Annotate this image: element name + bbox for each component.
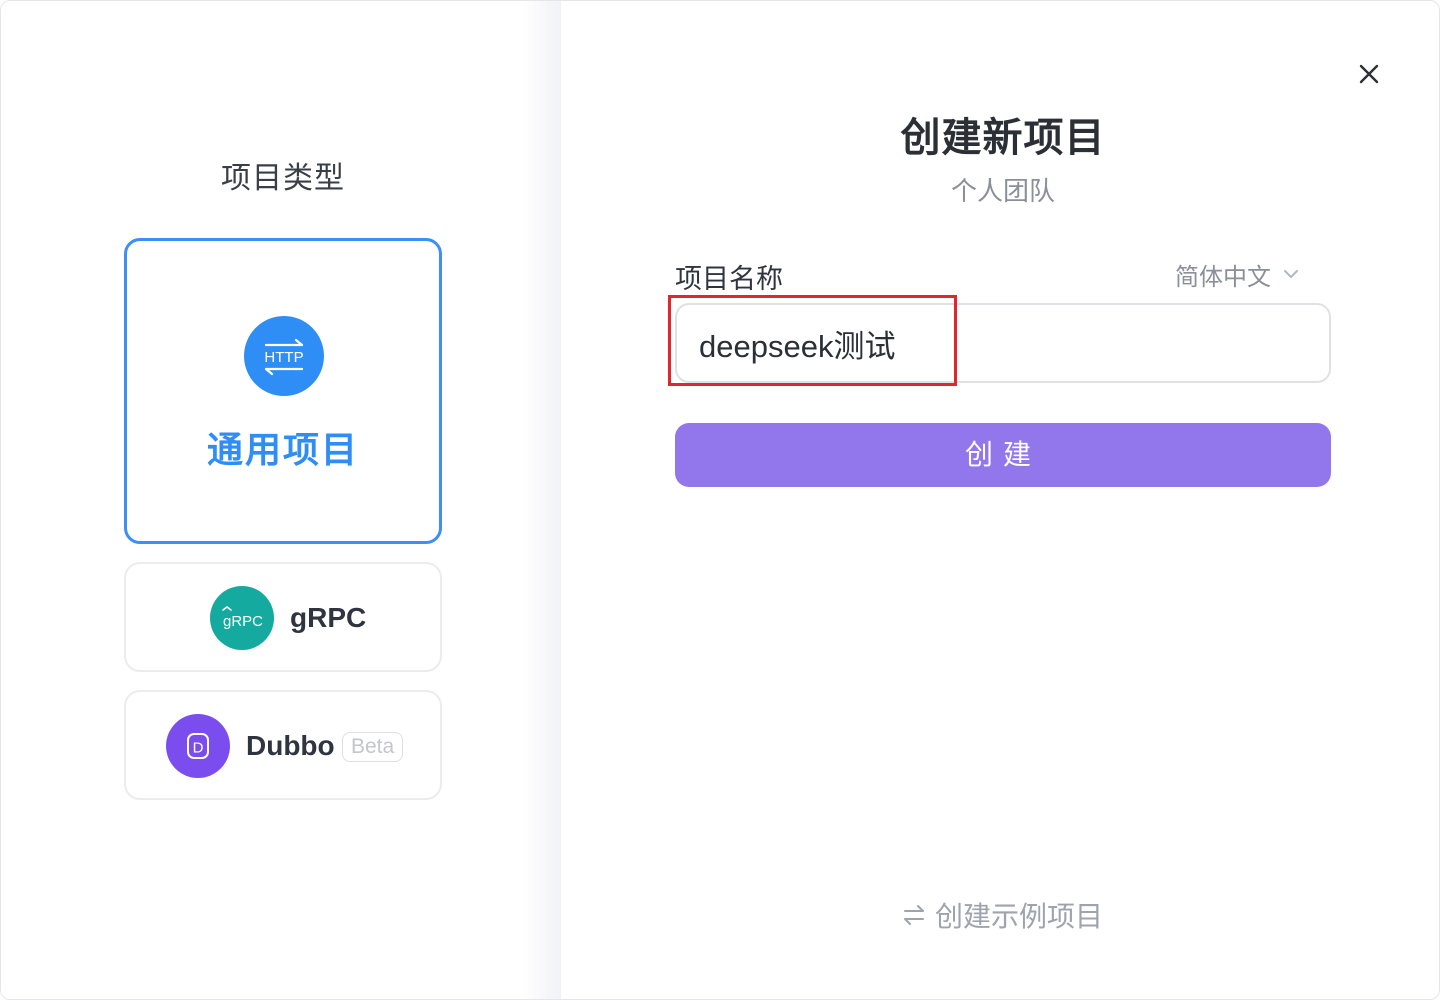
language-select-value: 简体中文 (1175, 263, 1271, 291)
svg-text:HTTP: HTTP (264, 349, 303, 366)
dialog-title: 创建新项目 (900, 116, 1106, 160)
create-project-dialog: 项目类型 HTTP 通用项目 gRPC gRPC D Dubbo Beta 创建… (0, 0, 1440, 1000)
type-label-general: 通用项目 (206, 429, 359, 470)
close-button[interactable] (1354, 59, 1384, 89)
type-card-dubbo[interactable]: D Dubbo Beta (124, 690, 442, 800)
type-label-grpc: gRPC (290, 602, 367, 633)
project-name-input[interactable] (675, 303, 1331, 383)
grpc-icon: gRPC (210, 586, 274, 650)
language-select[interactable]: 简体中文 (1175, 257, 1299, 291)
svg-text:D: D (193, 740, 204, 757)
svg-text:gRPC: gRPC (223, 613, 263, 630)
panel-divider-shadow (521, 1, 561, 999)
project-name-label: 项目名称 (675, 264, 783, 294)
http-icon: HTTP (244, 316, 324, 396)
close-icon (1359, 64, 1379, 84)
chevron-down-icon (1284, 270, 1298, 278)
beta-badge: Beta (342, 732, 404, 762)
type-card-general[interactable]: HTTP 通用项目 (124, 238, 442, 544)
type-label-dubbo: Dubbo (246, 730, 335, 761)
type-card-grpc[interactable]: gRPC gRPC (124, 562, 442, 672)
swap-icon (904, 905, 924, 925)
create-example-label: 创建示例项目 (935, 901, 1104, 932)
create-button[interactable]: 创建 (675, 423, 1331, 487)
team-subtitle: 个人团队 (950, 176, 1055, 206)
project-type-title: 项目类型 (221, 162, 345, 195)
dubbo-icon: D (166, 714, 230, 778)
project-type-panel: 项目类型 HTTP 通用项目 gRPC gRPC D Dubbo Beta (1, 1, 561, 999)
create-example-project-link[interactable]: 创建示例项目 (901, 895, 1103, 935)
